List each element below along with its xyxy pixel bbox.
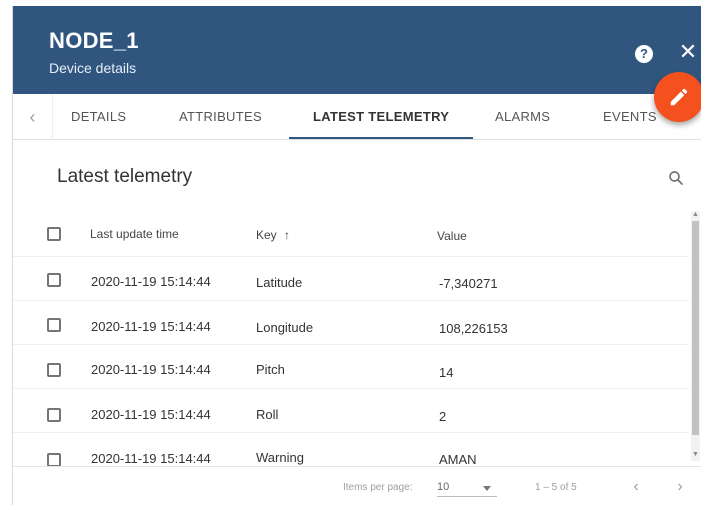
edit-icon xyxy=(670,88,688,106)
page-range-label: 1 – 5 of 5 xyxy=(535,482,577,493)
dropdown-caret-icon xyxy=(483,486,491,491)
row-checkbox[interactable] xyxy=(47,408,61,422)
table-row[interactable]: 2020-11-19 15:14:44 Roll 2 xyxy=(13,389,689,433)
row-key: Longitude xyxy=(256,320,314,335)
edit-button[interactable] xyxy=(654,72,701,122)
table-row[interactable]: 2020-11-19 15:14:44 Pitch 14 xyxy=(13,345,689,389)
row-time: 2020-11-19 15:14:44 xyxy=(91,319,211,334)
row-checkbox[interactable] xyxy=(47,273,61,287)
row-time: 2020-11-19 15:14:44 xyxy=(91,451,211,466)
tab-alarms[interactable]: ALARMS xyxy=(495,94,550,140)
tab-bar: ‹ DETAILS ATTRIBUTES LATEST TELEMETRY AL… xyxy=(13,94,701,140)
select-all-checkbox[interactable] xyxy=(47,227,61,241)
tab-details[interactable]: DETAILS xyxy=(71,94,126,140)
paginator: Items per page: 10 1 – 5 of 5 ‹ › xyxy=(13,466,701,505)
next-page-button[interactable]: › xyxy=(671,477,689,497)
tab-attributes[interactable]: ATTRIBUTES xyxy=(179,94,262,140)
table-header-row: Last update time Key ↑ Value xyxy=(13,211,689,257)
row-key: Warning xyxy=(256,450,304,465)
row-time: 2020-11-19 15:14:44 xyxy=(91,274,211,289)
device-details-subtitle: Device details xyxy=(49,60,137,76)
previous-page-button[interactable]: ‹ xyxy=(627,477,645,497)
items-per-page-value: 10 xyxy=(437,481,450,493)
scroll-up-icon[interactable]: ▲ xyxy=(692,211,699,219)
tab-scroll-left-icon[interactable]: ‹ xyxy=(13,94,53,140)
section-title: Latest telemetry xyxy=(57,166,193,187)
row-key: Latitude xyxy=(256,275,303,290)
row-value: AMAN xyxy=(439,452,477,466)
row-time: 2020-11-19 15:14:44 xyxy=(91,407,211,422)
row-time: 2020-11-19 15:14:44 xyxy=(91,362,211,377)
table-row[interactable]: 2020-11-19 15:14:44 Longitude 108,226153 xyxy=(13,301,689,345)
row-checkbox[interactable] xyxy=(47,318,61,332)
scrollbar-thumb[interactable] xyxy=(692,221,699,435)
row-value: -7,340271 xyxy=(439,276,498,291)
column-header-key[interactable]: Key ↑ xyxy=(256,228,290,242)
table-scrollbar[interactable]: ▲ ▼ xyxy=(691,211,700,461)
active-tab-indicator xyxy=(289,137,473,139)
row-checkbox[interactable] xyxy=(47,453,61,466)
row-key: Pitch xyxy=(256,362,285,377)
help-icon[interactable]: ? xyxy=(635,45,653,63)
telemetry-table: Last update time Key ↑ Value 2020-11-19 … xyxy=(13,211,701,466)
column-header-value[interactable]: Value xyxy=(437,229,467,243)
close-icon[interactable]: ✕ xyxy=(677,40,699,64)
table-row[interactable]: 2020-11-19 15:14:44 Warning AMAN xyxy=(13,433,689,466)
row-checkbox[interactable] xyxy=(47,363,61,377)
device-details-panel: NODE_1 Device details ? ✕ ‹ DETAILS ATTR… xyxy=(12,6,701,505)
sort-ascending-icon: ↑ xyxy=(284,228,291,242)
device-name: NODE_1 xyxy=(49,28,139,53)
items-per-page-select[interactable]: 10 xyxy=(437,479,497,497)
row-key: Roll xyxy=(256,407,279,422)
row-value: 14 xyxy=(439,365,454,380)
search-icon[interactable] xyxy=(667,169,685,187)
column-header-key-label: Key xyxy=(256,228,277,242)
tab-events[interactable]: EVENTS xyxy=(603,94,657,140)
scroll-down-icon[interactable]: ▼ xyxy=(692,451,699,459)
column-header-time[interactable]: Last update time xyxy=(90,227,179,241)
row-value: 108,226153 xyxy=(439,321,508,336)
table-row[interactable]: 2020-11-19 15:14:44 Latitude -7,340271 xyxy=(13,257,689,301)
row-value: 2 xyxy=(439,409,447,424)
details-header: NODE_1 Device details ? ✕ xyxy=(13,6,701,94)
items-per-page-label: Items per page: xyxy=(343,482,413,493)
tab-latest-telemetry[interactable]: LATEST TELEMETRY xyxy=(313,94,449,140)
